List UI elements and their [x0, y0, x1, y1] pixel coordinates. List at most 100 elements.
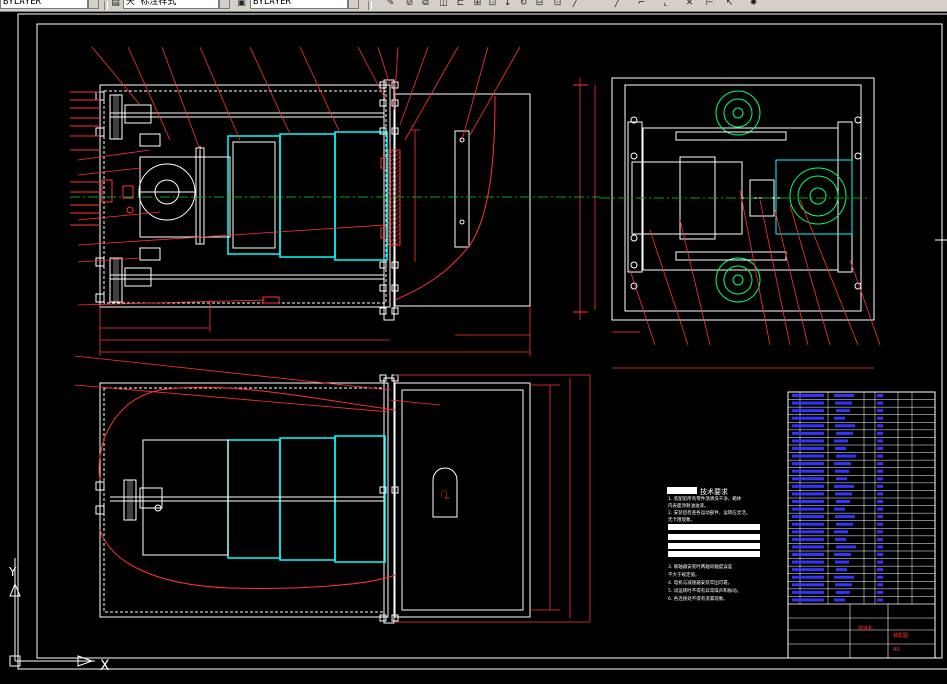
- table-cell-text: [877, 583, 883, 587]
- table-cell-text: [836, 545, 856, 549]
- table-cell-text: [877, 424, 883, 428]
- table-cell-text: [877, 447, 883, 450]
- table-cell-text: [792, 439, 824, 443]
- table-cell-text: [836, 590, 850, 594]
- dimstyle-icon[interactable]: ▤: [110, 0, 121, 9]
- table-cell-text: [836, 431, 853, 435]
- tech-title: 技术要求: [700, 487, 728, 496]
- rotate-icon[interactable]: ⊡: [487, 0, 498, 9]
- table-cell-text: [792, 553, 824, 556]
- break-icon[interactable]: ⊢: [704, 0, 715, 9]
- trim-icon[interactable]: ⊟: [534, 0, 545, 9]
- table-cell-text: [792, 537, 824, 541]
- fillet-icon[interactable]: ⌞: [660, 0, 671, 9]
- scale-icon[interactable]: ↧: [502, 0, 513, 9]
- front-view: [70, 46, 600, 356]
- table-cell-text: [877, 401, 883, 405]
- drawing-canvas[interactable]: 门 技术要求 1. 装配前所有零件须清洗干净，箱体 内表面涂耐油油漆。 2. 安…: [0, 11, 947, 680]
- title-block-name: 搅拌机: [858, 625, 873, 632]
- dimstyle-select[interactable]: 天 标注样式: [123, 0, 219, 9]
- stretch-icon[interactable]: ↻: [518, 0, 529, 9]
- pan-icon[interactable]: ✕: [684, 0, 695, 9]
- table-cell-text: [792, 431, 824, 435]
- table-cell-text: [792, 492, 824, 496]
- door-label: 门: [441, 490, 447, 498]
- table-cell-text: [834, 484, 854, 488]
- table-cell-text: [834, 553, 851, 556]
- table-cell-text: [792, 401, 824, 405]
- tech-note-line: 2. 安装后检查各运动部件，运转应灵活，: [668, 509, 750, 516]
- table-cell-text: [792, 394, 824, 397]
- match-prop-icon[interactable]: ⊘: [404, 0, 415, 9]
- table-cell-text: [836, 454, 856, 458]
- pencil-icon[interactable]: ✎: [385, 0, 396, 9]
- tech-note-line: 5. 试运转时不得有异常噪声和振动。: [668, 587, 741, 594]
- color-select[interactable]: BYLAYER: [250, 0, 348, 9]
- move-icon[interactable]: ⊞: [472, 0, 483, 9]
- table-cell-text: [834, 598, 845, 602]
- toolbar-separator: [368, 1, 372, 10]
- table-cell-text: [792, 416, 824, 420]
- dimstyle-dropdown-icon[interactable]: [219, 0, 230, 9]
- table-cell-text: [835, 515, 855, 519]
- ucs-x-label: X: [100, 658, 110, 674]
- color-dropdown-icon[interactable]: [348, 0, 359, 9]
- table-cell-text: [877, 590, 883, 594]
- table-cell-text: [792, 583, 824, 587]
- table-cell-text: [877, 575, 883, 579]
- tech-note-line: 内表面涂耐油油漆。: [668, 502, 709, 509]
- table-cell-text: [792, 522, 824, 526]
- copy-icon[interactable]: ⧉: [420, 0, 431, 9]
- offset-icon[interactable]: ⊏: [455, 0, 466, 9]
- join-icon[interactable]: ↖: [724, 0, 735, 9]
- table-cell-text: [877, 409, 883, 413]
- table-cell-text: [877, 439, 883, 443]
- extend-icon[interactable]: ⊡: [552, 0, 563, 9]
- table-cell-text: [792, 454, 824, 458]
- tech-note-line: 1. 装配前所有零件须清洗干净，箱体: [668, 495, 742, 502]
- table-cell-text: [877, 416, 883, 420]
- table-cell-text: [836, 500, 850, 503]
- side-view: [573, 77, 881, 369]
- table-cell-text: [792, 530, 824, 534]
- line-icon[interactable]: ╱: [570, 0, 581, 9]
- table-cell-text: [835, 424, 855, 428]
- table-cell-text: [877, 492, 883, 496]
- color-icon[interactable]: ▣: [236, 0, 247, 9]
- drum-1: [227, 135, 281, 255]
- cad-drawing: 门 技术要求 1. 装配前所有零件须清洗干净，箱体 内表面涂耐油油漆。2. 安装…: [8, 13, 947, 674]
- table-cell-text: [836, 522, 853, 526]
- table-cell-text: [834, 439, 848, 443]
- table-cell-text: [877, 515, 883, 519]
- table-cell-text: [792, 500, 824, 503]
- table-cell-text: [877, 530, 883, 534]
- table-cell-text: [792, 462, 824, 466]
- explode-icon[interactable]: ✸: [748, 0, 759, 9]
- layer-select[interactable]: BYLAYER: [0, 0, 88, 9]
- table-cell-text: [792, 469, 824, 473]
- table-cell-text: [877, 568, 883, 572]
- table-cell-text: [877, 507, 883, 511]
- layer-dropdown-icon[interactable]: [88, 0, 99, 9]
- drum-3: [334, 131, 388, 261]
- table-cell-text: [792, 575, 824, 579]
- table-cell-text: [877, 431, 883, 435]
- table-cell-text: [792, 507, 824, 511]
- table-cell-text: [835, 560, 849, 564]
- parts-list: 搅拌机装配图 A0: [787, 391, 936, 659]
- table-cell-text: [792, 598, 824, 602]
- polyline-icon[interactable]: ╱: [612, 0, 623, 9]
- table-cell-text: [877, 454, 883, 458]
- table-cell-text: [792, 484, 824, 488]
- table-cell-text: [877, 469, 883, 473]
- mirror-icon[interactable]: ◫: [438, 0, 449, 9]
- ucs-y-label: Y: [8, 565, 17, 579]
- arc-icon[interactable]: ⌒: [592, 0, 603, 9]
- title-block-drawing-no: 装配图: [893, 632, 908, 639]
- table-cell-text: [877, 522, 883, 526]
- table-cell-text: [877, 484, 883, 488]
- toolbar-separator: [104, 1, 108, 10]
- table-cell-text: [792, 447, 824, 450]
- table-cell-text: [836, 477, 847, 481]
- chamfer-icon[interactable]: ⌐: [636, 0, 647, 9]
